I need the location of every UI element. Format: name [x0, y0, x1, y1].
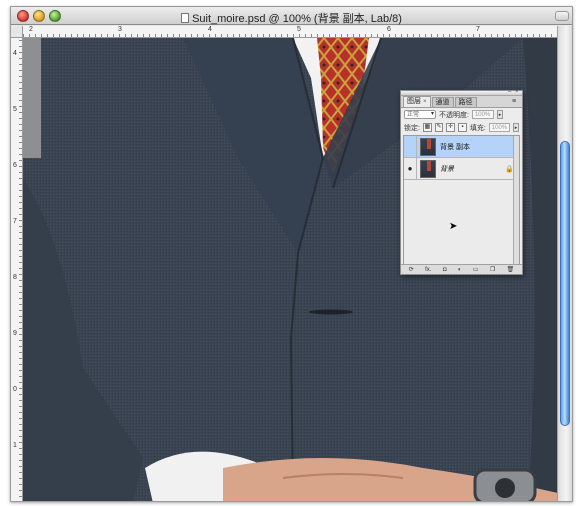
ruler-label: 5: [13, 106, 17, 113]
vertical-scrollbar[interactable]: [557, 26, 572, 501]
opacity-label: 不透明度:: [439, 111, 469, 119]
lock-pixels-icon[interactable]: ✎: [434, 123, 444, 132]
layers-palette: – × 图层× 通道 路径 ≡ 正常 不透明度: 100% ▸ 锁定: ▦ ✎ …: [400, 89, 523, 275]
document-icon: [181, 13, 190, 23]
opacity-field[interactable]: 100%: [471, 110, 494, 119]
palette-footer: ⟳ fx. ◘ ◐ ▭ ❐ 🗑: [401, 264, 522, 274]
ruler-label: 6: [13, 162, 17, 169]
layer-name: 背景 副本: [440, 143, 470, 151]
trash-icon[interactable]: 🗑: [507, 266, 515, 274]
layers-scrollbar[interactable]: [513, 136, 519, 270]
tab-label: 图层: [407, 98, 421, 105]
ruler-label: 4: [208, 26, 212, 33]
tab-label: 通道: [435, 99, 450, 106]
tab-label: 路径: [458, 99, 473, 106]
ruler-label: 4: [13, 50, 17, 57]
ruler-label: 0: [13, 386, 17, 393]
blend-row: 正常 不透明度: 100% ▸: [401, 108, 522, 121]
group-icon[interactable]: ▭: [473, 266, 479, 274]
layer-thumbnail: [420, 159, 436, 178]
ruler-origin[interactable]: [11, 26, 23, 38]
layers-list: 背景 副本 ● 背景 🔒 ➤: [403, 135, 520, 271]
link-icon[interactable]: ⟳: [409, 266, 414, 274]
lock-position-icon[interactable]: ✛: [446, 123, 456, 132]
palette-menu-icon[interactable]: ≡: [512, 98, 520, 106]
layer-name: 背景: [440, 165, 454, 173]
layer-row-background-copy[interactable]: 背景 副本: [404, 135, 519, 158]
window-title-text: Suit_moire.psd @ 100% (背景 副本, Lab/8): [192, 13, 402, 25]
lock-label: 锁定:: [404, 124, 420, 132]
blend-mode-select[interactable]: 正常: [404, 110, 436, 119]
tab-paths[interactable]: 路径: [454, 97, 477, 107]
visibility-toggle[interactable]: [404, 135, 417, 158]
ruler-label: 7: [476, 26, 480, 33]
mask-icon[interactable]: ◘: [443, 266, 447, 274]
horizontal-ruler[interactable]: 2 3 4 5 6 7: [23, 26, 558, 38]
ruler-label: 6: [387, 26, 391, 33]
scroll-thumb[interactable]: [560, 141, 570, 426]
mouse-pointer-icon: ➤: [449, 221, 458, 232]
window-title: Suit_moire.psd @ 100% (背景 副本, Lab/8): [11, 10, 572, 26]
layer-thumbnail: [420, 137, 436, 156]
lock-transparency-icon[interactable]: ▦: [422, 123, 432, 132]
fill-label: 填充:: [469, 124, 486, 132]
layer-row-background[interactable]: ● 背景 🔒: [404, 157, 519, 180]
close-palette-icon[interactable]: ×: [515, 89, 520, 95]
opacity-arrow-button[interactable]: ▸: [496, 110, 503, 119]
palette-tabs: 图层 × 通道 路径 ≡: [401, 96, 522, 108]
fill-arrow-button[interactable]: ▸: [513, 123, 519, 132]
title-bar[interactable]: Suit_moire.psd @ 100% (背景 副本, Lab/8): [11, 7, 572, 25]
blend-mode-value: 正常: [407, 112, 420, 118]
fill-field[interactable]: 100%: [488, 123, 511, 132]
ruler-label: 3: [118, 26, 122, 33]
ruler-label: 2: [29, 26, 33, 33]
eye-icon[interactable]: ●: [404, 157, 417, 180]
ruler-label: 5: [297, 26, 301, 33]
tab-channels[interactable]: 通道: [431, 97, 454, 107]
vertical-ruler[interactable]: 4 5 6 7 8 9 0 1: [11, 38, 23, 501]
ruler-label: 7: [13, 218, 17, 225]
ruler-label: 9: [13, 330, 17, 337]
new-layer-icon[interactable]: ❐: [490, 266, 495, 274]
toolbar-toggle-button[interactable]: [555, 11, 569, 21]
ruler-label: 8: [13, 274, 17, 281]
adjustment-icon[interactable]: ◐: [458, 266, 462, 274]
fx-icon[interactable]: fx.: [425, 266, 431, 274]
lock-all-icon[interactable]: ▪: [458, 123, 467, 132]
ruler-label: 1: [13, 442, 17, 449]
tab-layers[interactable]: 图层 ×: [403, 96, 431, 107]
lock-row: 锁定: ▦ ✎ ✛ ▪ 填充: 100% ▸: [401, 121, 522, 134]
collapse-palette-icon[interactable]: –: [508, 89, 513, 95]
button-hole: [309, 309, 353, 315]
tab-close-icon[interactable]: ×: [423, 99, 427, 105]
